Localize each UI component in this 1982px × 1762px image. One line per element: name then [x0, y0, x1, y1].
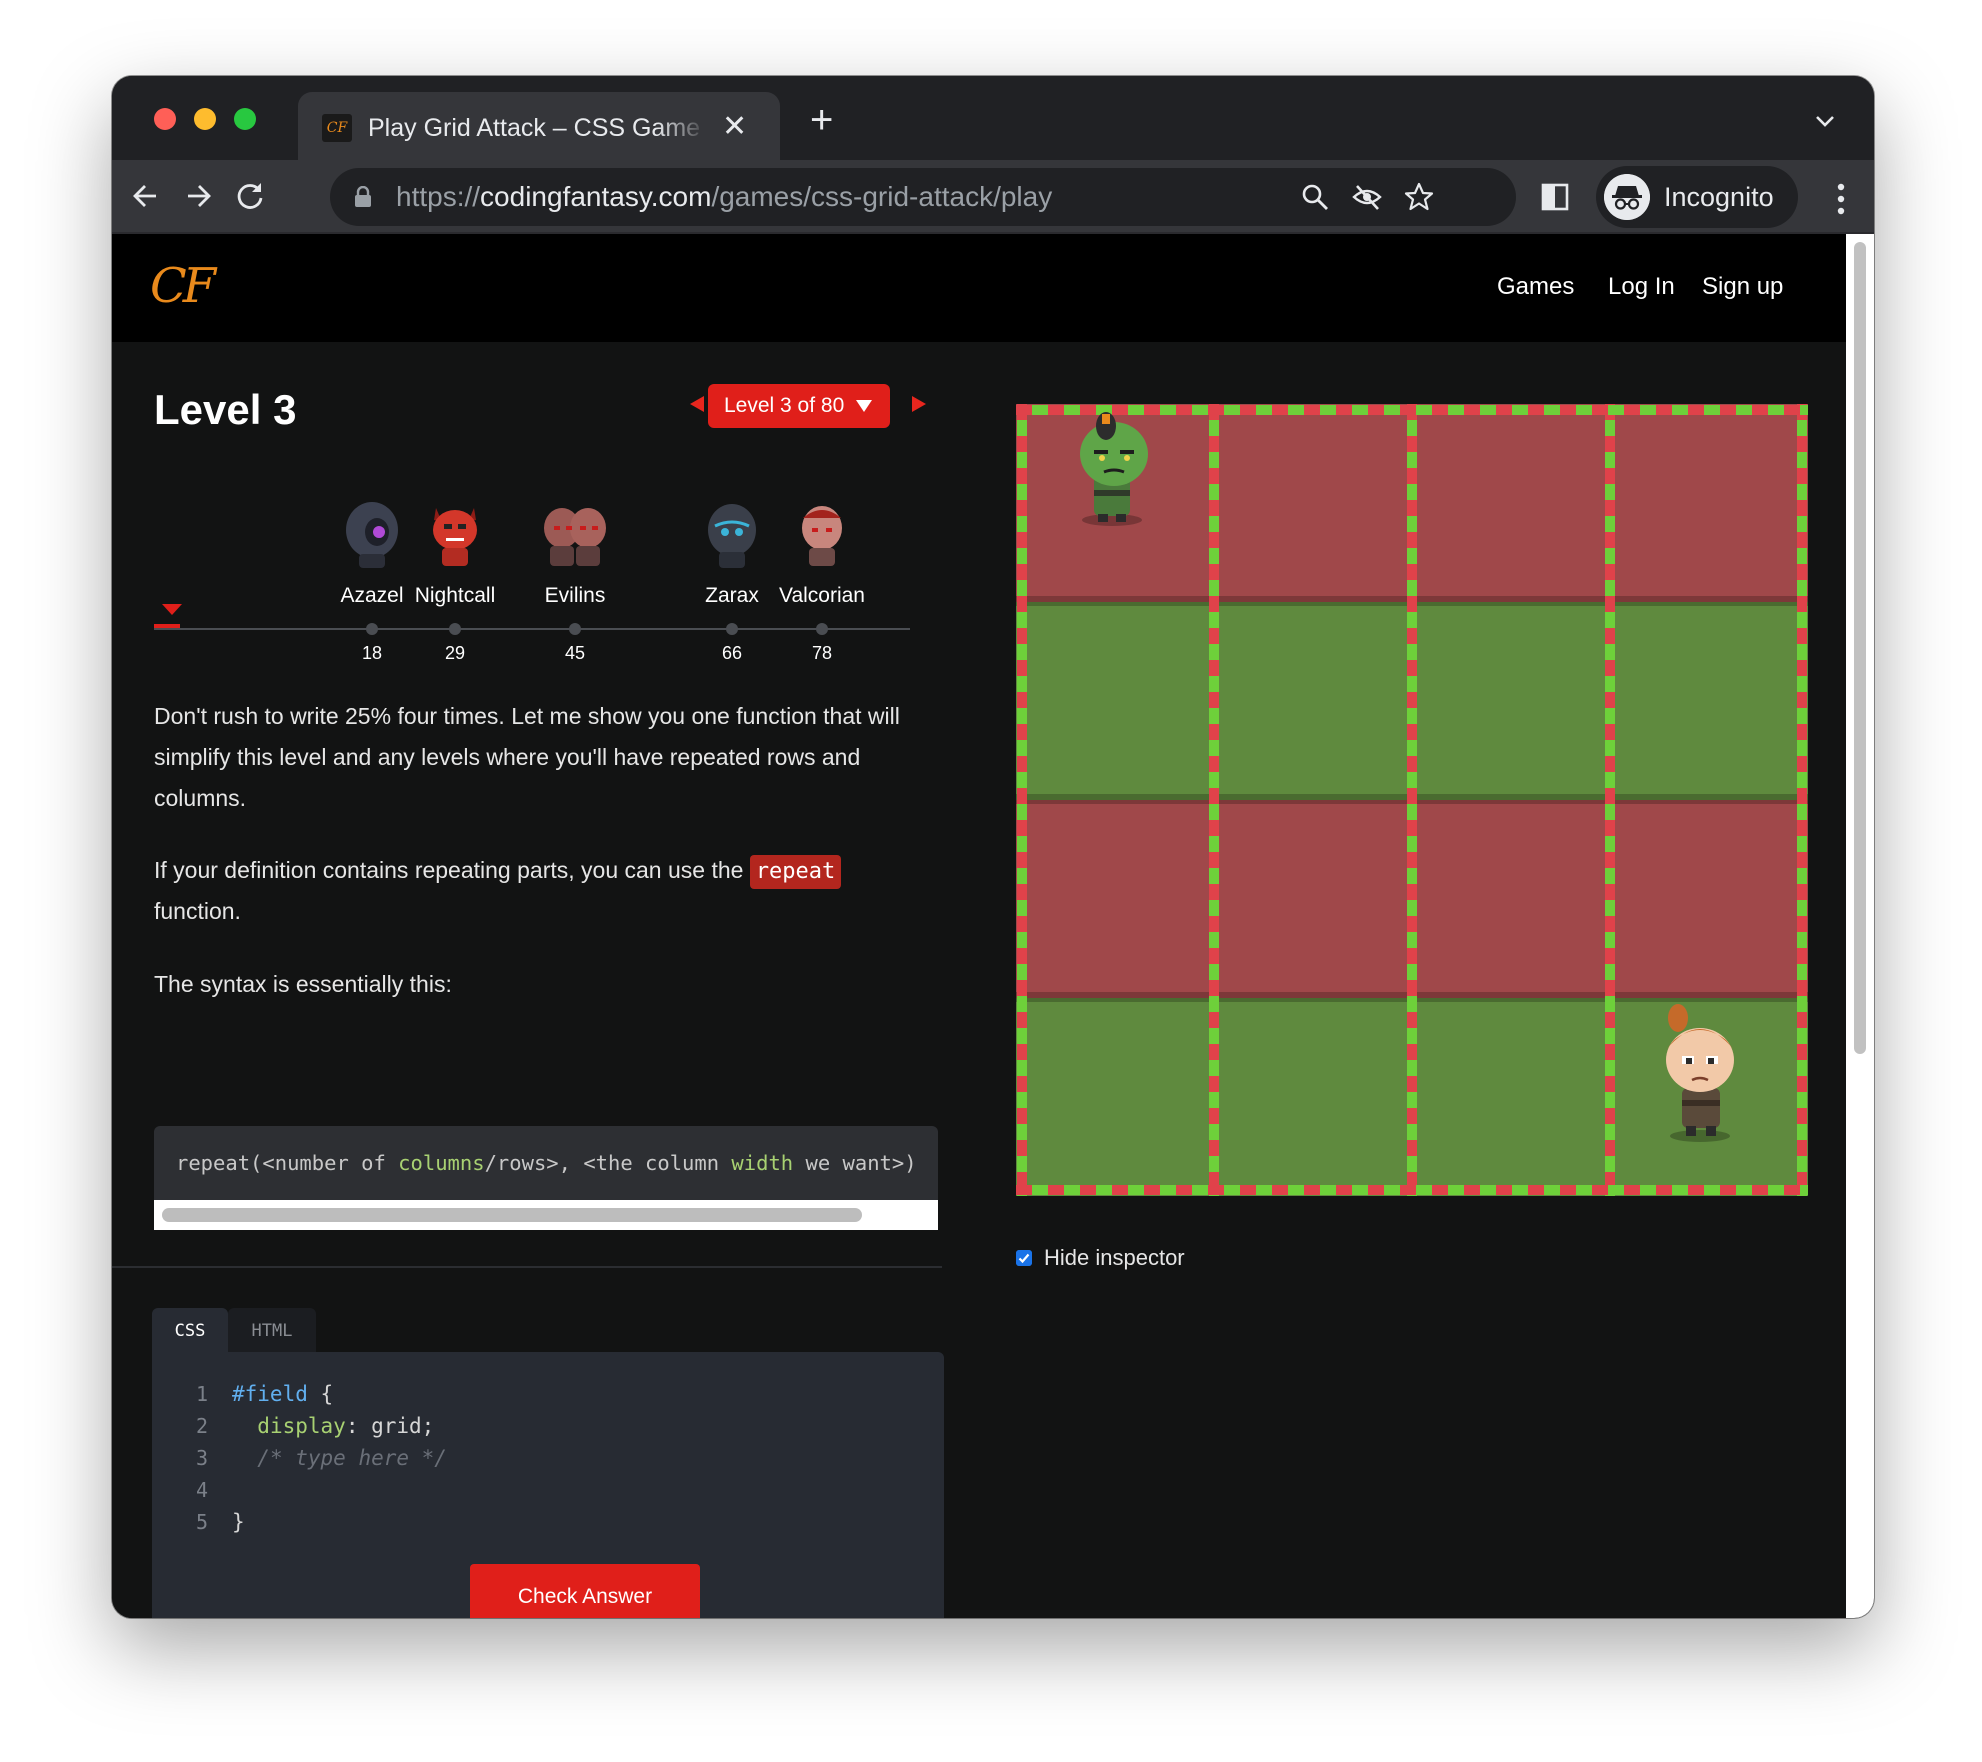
tab-html[interactable]: HTML: [228, 1308, 316, 1354]
check-answer-button[interactable]: Check Answer: [470, 1564, 700, 1618]
boss-name: Valcorian: [779, 584, 865, 607]
tab-strip: CF Play Grid Attack – CSS Game to Learn …: [112, 76, 1874, 160]
boss-valcorian: Valcorian: [767, 496, 877, 609]
boss-level-number: 18: [361, 643, 383, 663]
lock-icon: [355, 186, 371, 207]
code-text[interactable]: #field { display: grid; /* type here */ …: [232, 1378, 447, 1538]
profile-label: Incognito: [1664, 182, 1774, 212]
next-level-arrow-icon[interactable]: [912, 396, 926, 412]
browser-tab-active[interactable]: CF Play Grid Attack – CSS Game to Learn …: [298, 92, 780, 160]
boss-level-number: 29: [444, 643, 466, 663]
boss-name: Nightcall: [414, 584, 496, 607]
level-progress-track: [154, 628, 910, 630]
evilins-boss-icon: [544, 508, 606, 566]
boss-name: Evilins: [544, 584, 606, 607]
nav-games-link[interactable]: Games: [1497, 272, 1574, 302]
checkbox-checked-icon[interactable]: [1016, 1250, 1032, 1266]
browser-toolbar: https://codingfantasy.com/games/css-grid…: [112, 160, 1874, 234]
maximize-window-button[interactable]: [234, 108, 256, 130]
instruction-paragraph: If your definition contains repeating pa…: [154, 850, 934, 932]
hide-inspector-label: Hide inspector: [1044, 1245, 1185, 1270]
close-tab-icon[interactable]: ✕: [722, 110, 747, 144]
site-header: CF Games Log In Sign up: [112, 234, 1846, 342]
chevron-down-icon[interactable]: [1812, 108, 1838, 134]
scrollbar-thumb[interactable]: [1854, 242, 1866, 1054]
horizontal-scrollbar[interactable]: [154, 1200, 938, 1230]
site-logo[interactable]: CF: [150, 256, 216, 316]
level-selector[interactable]: Level 3 of 80: [708, 384, 890, 428]
tab-css[interactable]: CSS: [152, 1308, 228, 1354]
level-progress-fill: [154, 624, 180, 628]
new-tab-icon[interactable]: +: [810, 100, 833, 140]
line-numbers: 1 2 3 4 5: [195, 1382, 208, 1534]
boss-evilins: Evilins: [520, 496, 630, 609]
boss-level-number: 66: [721, 643, 743, 663]
level-selector-label: Level 3 of 80: [724, 394, 845, 417]
timeline-dot: [569, 623, 581, 635]
caret-down-icon: [856, 400, 872, 412]
timeline-dot: [726, 623, 738, 635]
instruction-paragraph: The syntax is essentially this:: [154, 971, 452, 997]
incognito-icon: [1604, 174, 1650, 220]
close-window-button[interactable]: [154, 108, 176, 130]
incognito-profile-button[interactable]: Incognito: [1596, 166, 1798, 228]
vertical-scrollbar[interactable]: [1846, 234, 1874, 1618]
scrollbar-thumb[interactable]: [162, 1208, 862, 1222]
back-arrow-icon[interactable]: [128, 178, 164, 214]
timeline-dot: [816, 623, 828, 635]
search-icon[interactable]: [1300, 182, 1330, 212]
address-bar[interactable]: https://codingfantasy.com/games/css-grid…: [330, 168, 1516, 226]
url-text: https://codingfantasy.com/games/css-grid…: [396, 181, 1053, 212]
level-title: Level 3: [154, 386, 297, 433]
tab-title: Play Grid Attack – CSS Game to Learn CSS…: [368, 114, 708, 142]
boss-level-number: 78: [811, 643, 833, 663]
code-snippet-text: repeat(<number of columns/rows>, <the co…: [176, 1151, 917, 1175]
nightcall-boss-icon: [433, 508, 477, 566]
site-favicon-icon: CF: [322, 114, 352, 142]
boss-level-number: 45: [564, 643, 586, 663]
section-divider: [112, 1266, 942, 1268]
instruction-paragraph: Don't rush to write 25% four times. Let …: [154, 703, 900, 811]
game-board: [1016, 404, 1808, 1196]
forward-arrow-icon[interactable]: [180, 178, 216, 214]
eye-slash-icon[interactable]: [1352, 182, 1382, 212]
timeline-dot: [449, 623, 461, 635]
nav-login-link[interactable]: Log In: [1608, 272, 1675, 302]
page-viewport: CF Games Log In Sign up Level 3 Level 3 …: [112, 234, 1874, 1618]
css-code-editor[interactable]: 1 2 3 4 5 #field { display: grid; /* typ…: [152, 1352, 944, 1618]
star-icon[interactable]: [1404, 182, 1434, 212]
inline-code-repeat: repeat: [749, 855, 842, 889]
reload-icon[interactable]: [232, 178, 268, 214]
minimize-window-button[interactable]: [194, 108, 216, 130]
browser-window: CF Play Grid Attack – CSS Game to Learn …: [112, 76, 1874, 1618]
more-menu-icon[interactable]: [1836, 182, 1846, 216]
previous-level-arrow-icon[interactable]: [690, 396, 704, 412]
nav-signup-link[interactable]: Sign up: [1702, 272, 1783, 302]
side-panel-icon[interactable]: [1540, 182, 1570, 212]
boss-nightcall: Nightcall: [400, 496, 510, 609]
current-level-marker-icon: [162, 604, 182, 615]
timeline-dot: [366, 623, 378, 635]
valcorian-boss-icon: [802, 506, 842, 566]
